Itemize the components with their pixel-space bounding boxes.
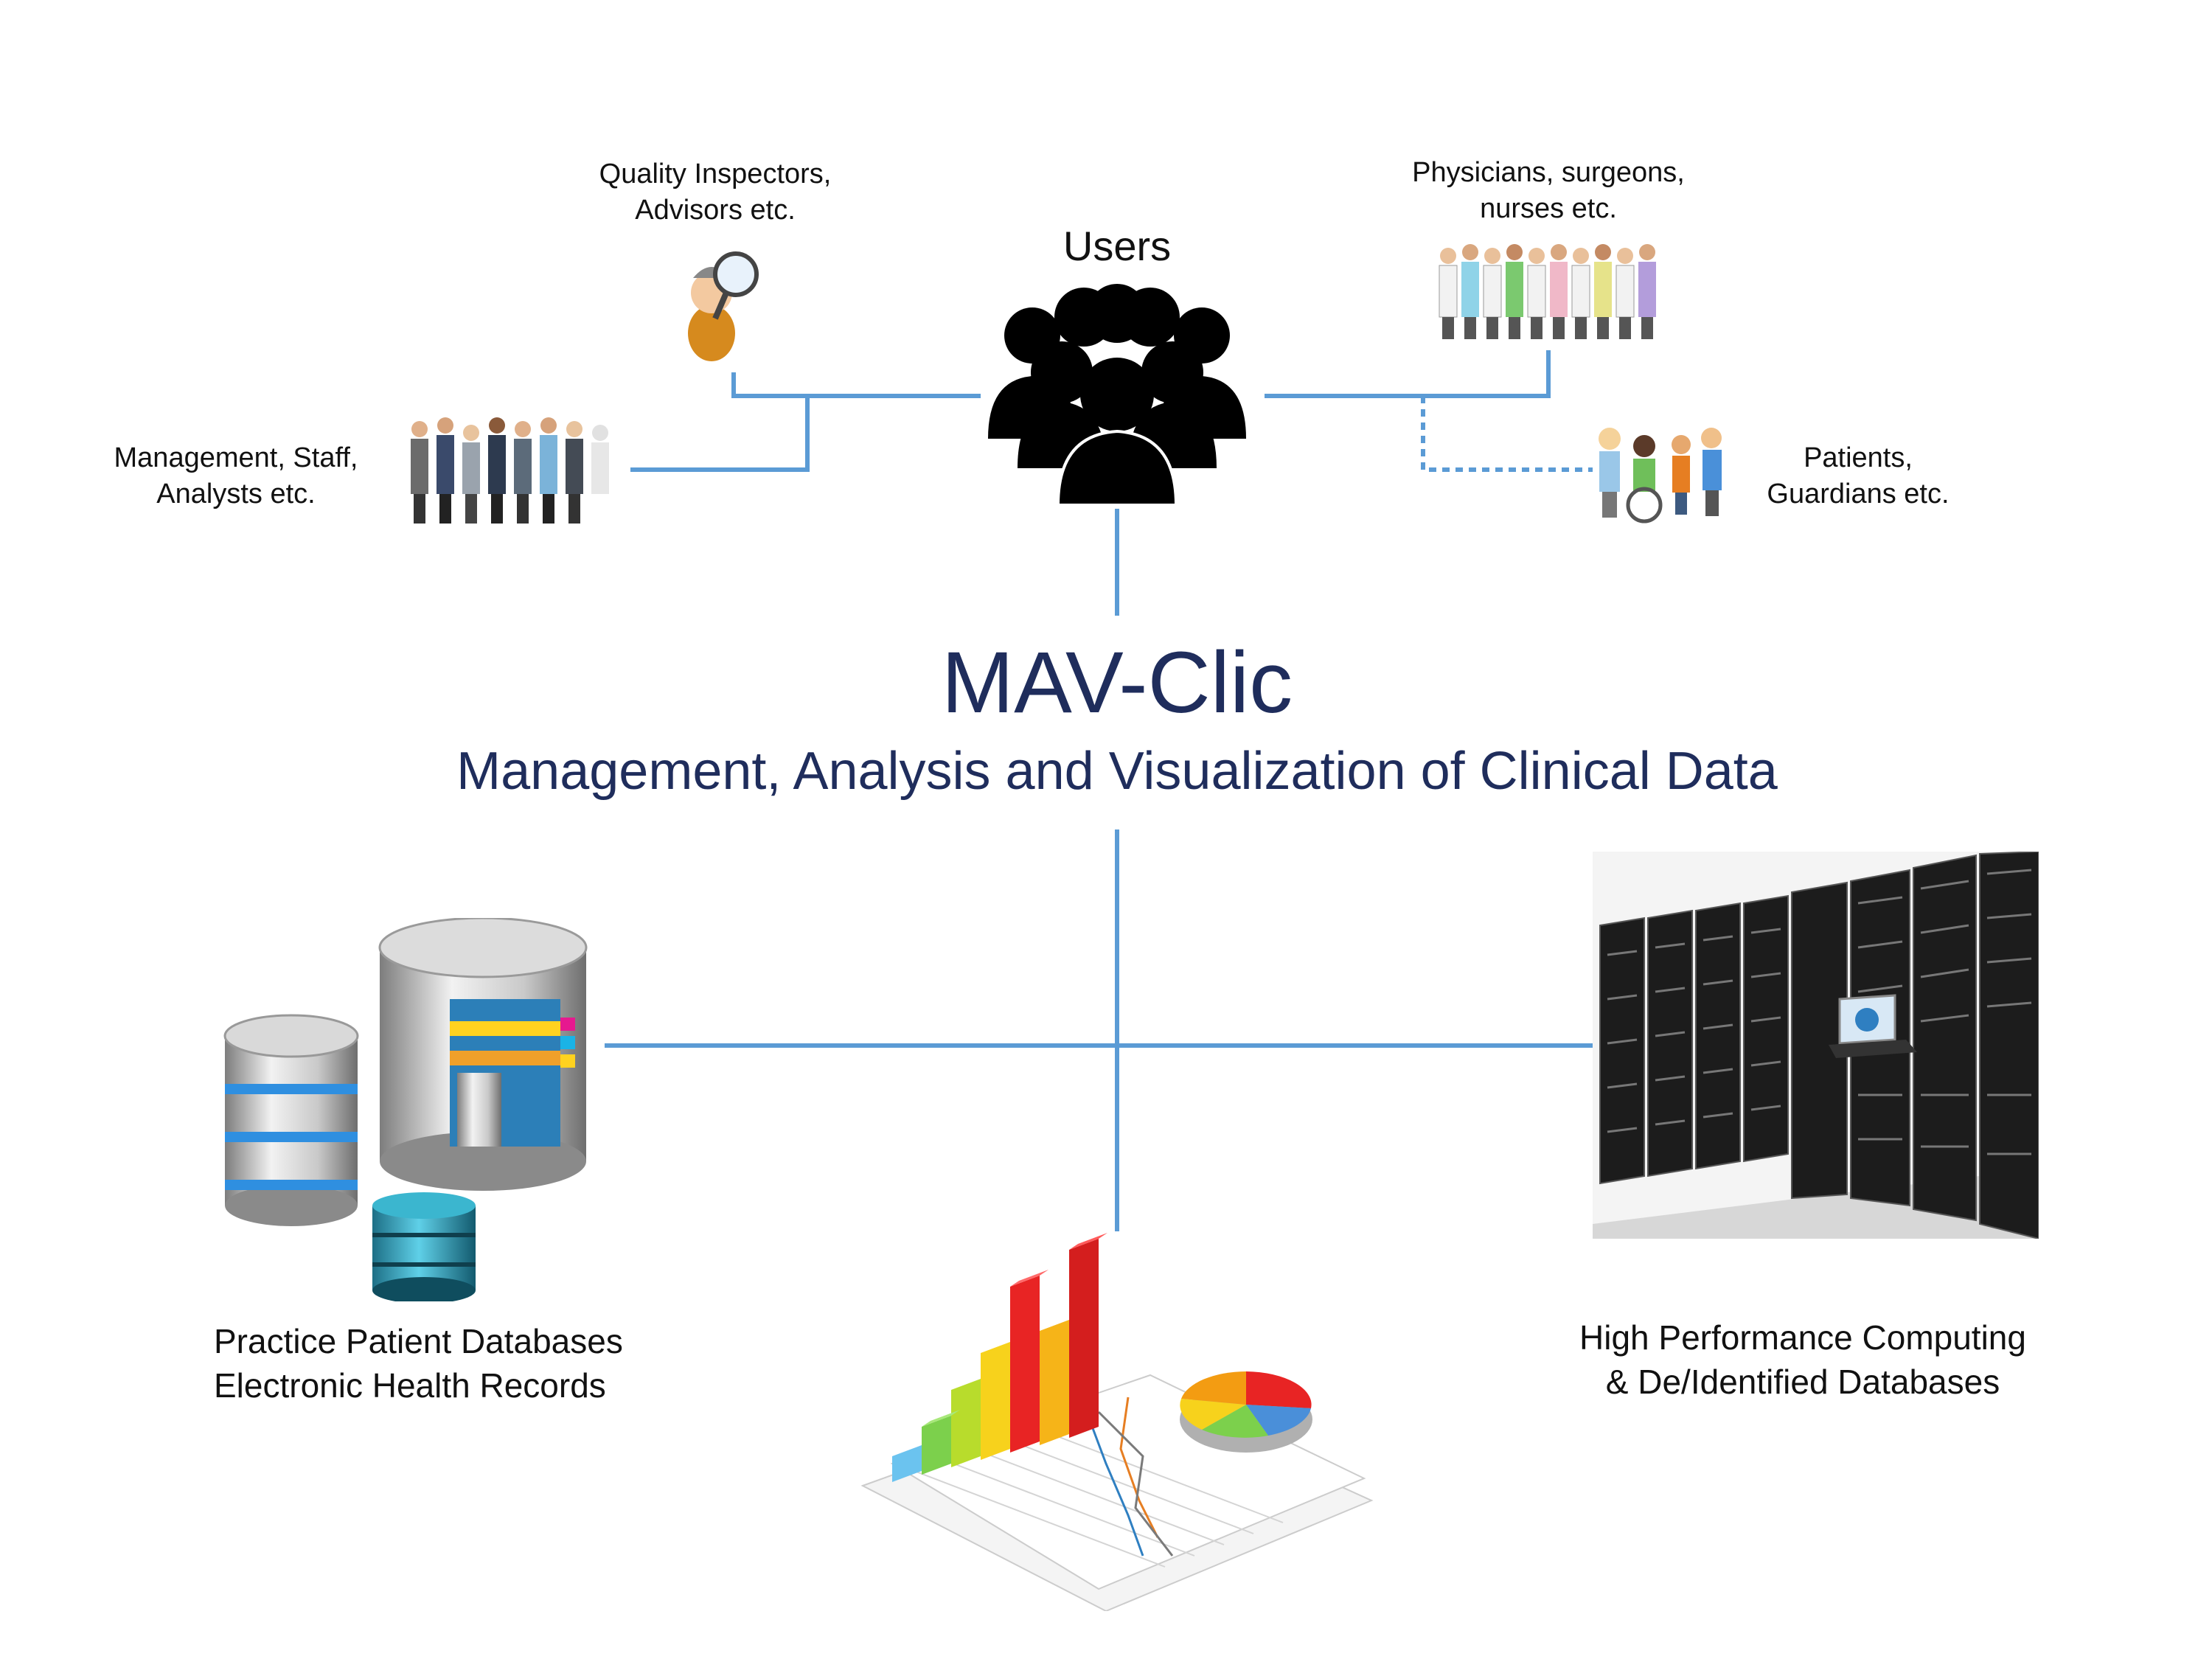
connector-patients [1421, 396, 1593, 472]
quality-inspector-icon [688, 251, 759, 361]
connector-clinicians [1265, 350, 1551, 398]
users-icon [988, 284, 1246, 505]
database-icon [223, 918, 588, 1301]
quality-group-label: Quality Inspectors, Advisors etc. [599, 159, 832, 226]
clinicians-icon [1439, 244, 1656, 339]
hpc-label: High Performance Computing & De/Identifi… [1579, 1318, 2026, 1401]
management-group-label: Management, Staff, Analysts etc. [114, 442, 358, 510]
patients-group-label: Patients, Guardians etc. [1767, 442, 1950, 510]
analytics-chart-icon [860, 1233, 1374, 1611]
connector-quality [731, 372, 807, 398]
databases-label: Practice Patient Databases Electronic He… [214, 1322, 623, 1405]
clinicians-group-label: Physicians, surgeons, nurses etc. [1412, 157, 1685, 225]
users-label: Users [1062, 223, 1172, 269]
connector-management [630, 394, 981, 472]
page-subtitle: Management, Analysis and Visualization o… [456, 742, 1778, 801]
management-staff-icon [411, 417, 609, 524]
server-rack-icon [1593, 852, 2039, 1239]
page-title: MAV-Clic [941, 634, 1293, 731]
